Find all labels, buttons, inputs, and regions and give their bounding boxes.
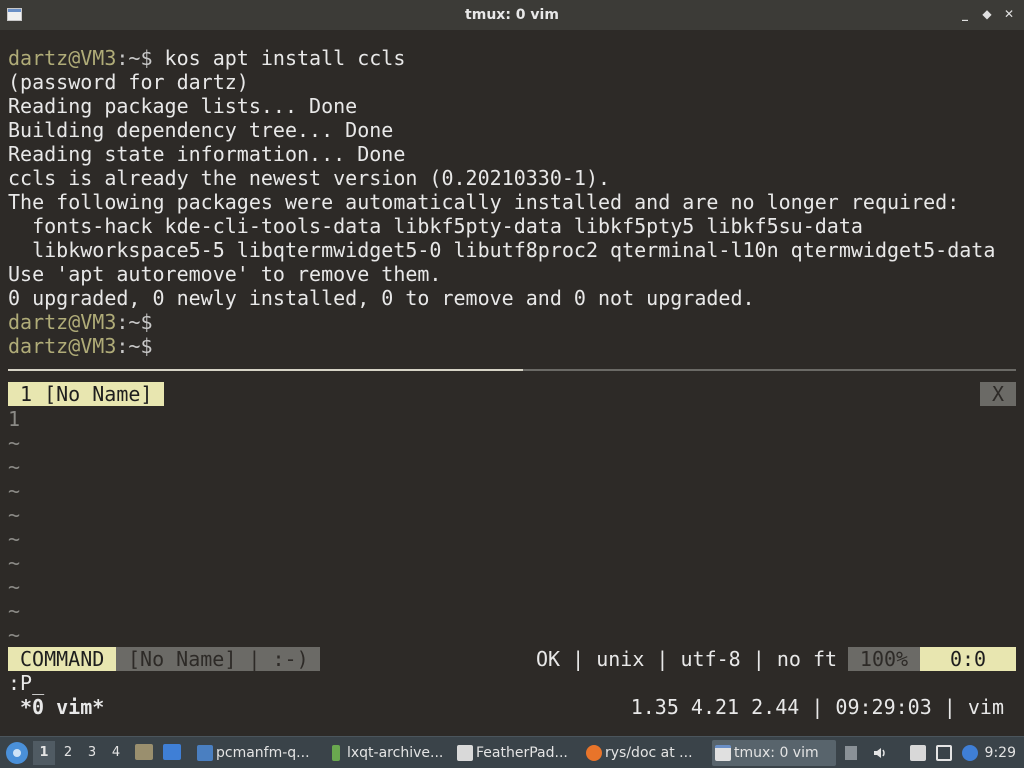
vim-tab[interactable]: 1 [No Name]: [8, 382, 165, 406]
maximize-button[interactable]: ◆: [980, 6, 994, 22]
output-line: Reading package lists... Done: [8, 94, 358, 118]
window-titlebar[interactable]: tmux: 0 vim _ ◆ ✕: [0, 0, 1024, 30]
vim-command-line[interactable]: :P_: [8, 671, 44, 695]
output-line: 0 upgraded, 0 newly installed, 0 to remo…: [8, 286, 755, 310]
output-line: Reading state information... Done: [8, 142, 406, 166]
task-label: tmux: 0 vim: [734, 745, 819, 761]
task-pcmanfm[interactable]: pcmanfm-q...: [194, 740, 320, 766]
clock[interactable]: 9:29: [985, 737, 1016, 768]
desktop-2[interactable]: 2: [57, 741, 79, 765]
output-line: Building dependency tree... Done: [8, 118, 394, 142]
window-title: tmux: 0 vim: [465, 7, 559, 23]
output-line: (password for dartz): [8, 70, 249, 94]
line-number: 1: [8, 407, 21, 431]
file-manager-launcher-icon[interactable]: [135, 744, 153, 760]
task-featherpad[interactable]: FeatherPad...: [454, 740, 578, 766]
prompt-user: dartz@VM3: [8, 334, 117, 358]
firefox-icon: [586, 745, 602, 761]
output-line: ccls is already the newest version (0.20…: [8, 166, 611, 190]
show-desktop-icon[interactable]: [163, 744, 181, 760]
update-notifier-icon[interactable]: [962, 745, 978, 761]
prompt-line: dartz@VM3:~$ kos apt install ccls: [8, 46, 405, 70]
window-controls: _ ◆ ✕: [958, 6, 1016, 22]
task-label: FeatherPad...: [476, 745, 568, 761]
vim-percent: 100%: [848, 647, 920, 671]
output-line: libkworkspace5-5 libqtermwidget5-0 libut…: [8, 238, 996, 262]
prompt-line: dartz@VM3:~$: [8, 334, 153, 358]
command-text: kos apt install ccls: [152, 46, 406, 70]
clipboard-icon[interactable]: [910, 745, 926, 761]
window-icon[interactable]: [7, 8, 22, 21]
prompt-user: dartz@VM3: [8, 46, 117, 70]
output-line: Use 'apt autoremove' to remove them.: [8, 262, 442, 286]
pane-divider[interactable]: [8, 369, 1016, 371]
vim-file-segment: [No Name] | :-): [116, 647, 320, 671]
desktop-1[interactable]: 1: [33, 741, 55, 765]
terminal-icon: [715, 745, 731, 761]
desktop-4[interactable]: 4: [105, 741, 127, 765]
prompt-line: dartz@VM3:~$: [8, 310, 153, 334]
vim-cursor-position: 0:0: [920, 647, 1016, 671]
vim-tab-close[interactable]: X: [980, 382, 1016, 406]
folder-icon: [197, 745, 213, 761]
prompt-suffix: :~$: [116, 310, 153, 334]
taskbar: 1 2 3 4 pcmanfm-q... lxqt-archive... Fea…: [0, 736, 1024, 768]
scroll-up-icon[interactable]: [845, 746, 857, 760]
task-firefox[interactable]: rys/doc at ...: [583, 740, 707, 766]
empty-line-marker: ~: [8, 479, 21, 503]
start-menu-icon[interactable]: [6, 742, 28, 764]
prompt-suffix: :~$: [116, 334, 153, 358]
vim-tabline: 1 [No Name] X: [8, 382, 1016, 406]
empty-line-marker: ~: [8, 551, 21, 575]
output-line: fonts-hack kde-cli-tools-data libkf5pty-…: [8, 214, 863, 238]
pane-divider-active: [8, 369, 523, 371]
output-line: The following packages were automaticall…: [8, 190, 960, 214]
task-lxqt-archiver[interactable]: lxqt-archive...: [325, 740, 449, 766]
desktop-3[interactable]: 3: [81, 741, 103, 765]
terminal[interactable]: dartz@VM3:~$ kos apt install ccls (passw…: [0, 30, 1024, 740]
minimize-button[interactable]: _: [958, 6, 972, 22]
tmux-statusbar: *0 vim* 1.35 4.21 2.44 | 09:29:03 | vim: [0, 695, 1024, 719]
empty-line-marker: ~: [8, 623, 21, 647]
archive-icon: [332, 745, 340, 761]
task-tmux[interactable]: tmux: 0 vim: [712, 740, 836, 766]
task-label: lxqt-archive...: [347, 745, 444, 761]
prompt-user: dartz@VM3: [8, 310, 117, 334]
close-button[interactable]: ✕: [1002, 6, 1016, 22]
task-label: pcmanfm-q...: [216, 745, 310, 761]
empty-line-marker: ~: [8, 599, 21, 623]
vim-file-info: OK | unix | utf-8 | no ft: [536, 647, 838, 671]
task-label: rys/doc at ...: [605, 745, 693, 761]
empty-line-marker: ~: [8, 575, 21, 599]
network-icon[interactable]: [936, 745, 952, 761]
featherpad-icon: [457, 745, 473, 761]
vim-mode: COMMAND: [8, 647, 117, 671]
tmux-status-right: 1.35 4.21 2.44 | 09:29:03 | vim: [630, 695, 1004, 719]
volume-icon[interactable]: [872, 745, 888, 761]
empty-line-marker: ~: [8, 503, 21, 527]
empty-line-marker: ~: [8, 455, 21, 479]
empty-line-marker: ~: [8, 431, 21, 455]
empty-line-marker: ~: [8, 527, 21, 551]
tmux-window[interactable]: *0 vim*: [20, 695, 104, 719]
vim-statusline: COMMAND [No Name] | :-) OK | unix | utf-…: [8, 647, 1016, 671]
prompt-suffix: :~$: [116, 46, 153, 70]
